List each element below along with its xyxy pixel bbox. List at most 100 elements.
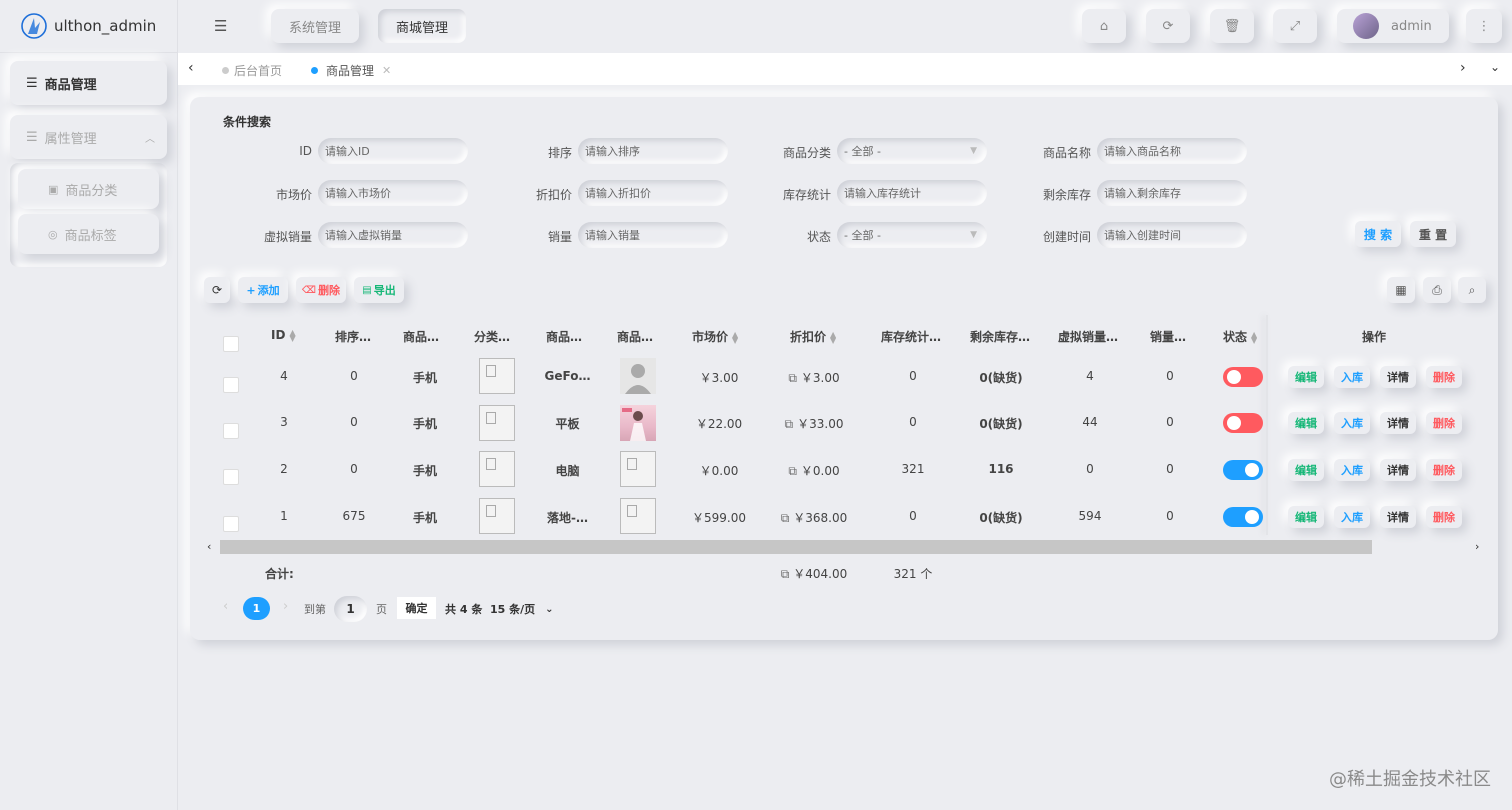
add-button[interactable]: + 添加 <box>238 277 288 303</box>
row-checkbox[interactable] <box>223 377 239 393</box>
sidebar-item-tags[interactable]: ◎ 商品标签 <box>18 214 159 254</box>
prev-page-icon[interactable]: ‹ <box>223 599 228 614</box>
user-menu[interactable]: admin <box>1337 9 1449 43</box>
copy-icon[interactable]: ⧉ <box>785 417 794 431</box>
stock-in-button[interactable]: 入库 <box>1334 506 1370 528</box>
column-header-name[interactable]: 商品… <box>546 328 586 345</box>
status-select[interactable]: - 全部 - ▼ <box>837 222 987 248</box>
close-icon[interactable]: ✕ <box>382 64 391 77</box>
edit-button[interactable]: 编辑 <box>1288 412 1324 434</box>
search-icon[interactable]: ⌕ <box>1458 277 1486 303</box>
column-header-id[interactable]: ID ▲ ▼ <box>271 328 296 342</box>
row-checkbox[interactable] <box>223 469 239 485</box>
fullscreen-icon[interactable]: ⤢ <box>1273 9 1317 43</box>
column-header-market-price[interactable]: 市场价 ▲ ▼ <box>692 328 738 345</box>
columns-icon[interactable]: ▦ <box>1387 277 1415 303</box>
product-image[interactable] <box>620 451 656 487</box>
confirm-button[interactable]: 确定 <box>397 597 436 619</box>
cate-image[interactable] <box>479 451 515 487</box>
column-header-cate-image[interactable]: 分类… <box>474 328 514 345</box>
sort-icon[interactable]: ▲ ▼ <box>830 330 836 344</box>
current-page[interactable]: 1 <box>243 597 270 620</box>
logo[interactable]: ulthon_admin <box>0 0 178 53</box>
product-image[interactable] <box>620 498 656 534</box>
status-toggle[interactable] <box>1223 507 1263 527</box>
remain-input[interactable]: 请输入剩余库存 <box>1097 180 1247 206</box>
column-header-sales[interactable]: 销量… <box>1150 328 1190 345</box>
status-toggle[interactable] <box>1223 413 1263 433</box>
stock-in-button[interactable]: 入库 <box>1334 412 1370 434</box>
tab-shop[interactable]: 商城管理 <box>378 9 466 43</box>
discount-price-input[interactable]: 请输入折扣价 <box>578 180 728 206</box>
select-all-checkbox[interactable] <box>223 336 239 352</box>
next-page-icon[interactable]: › <box>283 599 288 614</box>
refresh-icon[interactable]: ⟳ <box>204 277 230 303</box>
sidebar-item-goods[interactable]: ☰ 商品管理 <box>10 61 167 105</box>
more-icon[interactable]: ⋮ <box>1466 9 1502 43</box>
name-input[interactable]: 请输入商品名称 <box>1097 138 1247 164</box>
tab-home[interactable]: 后台首页 <box>222 62 282 79</box>
column-header-image[interactable]: 商品… <box>617 328 657 345</box>
detail-button[interactable]: 详情 <box>1380 412 1416 434</box>
export-button[interactable]: ▤ 导出 <box>354 277 404 303</box>
status-toggle[interactable] <box>1223 460 1263 480</box>
id-input[interactable]: 请输入ID <box>318 138 468 164</box>
chevron-right-icon[interactable]: › <box>1460 60 1466 76</box>
trash-icon[interactable]: 🗑 <box>1210 9 1254 43</box>
row-checkbox[interactable] <box>223 516 239 532</box>
product-image[interactable] <box>620 358 656 394</box>
scroll-left-icon[interactable]: ‹ <box>207 540 211 553</box>
sidebar-item-attributes[interactable]: ☰ 属性管理 ︿ <box>10 115 167 159</box>
sales-input[interactable]: 请输入销量 <box>578 222 728 248</box>
delete-row-button[interactable]: 删除 <box>1426 506 1462 528</box>
home-icon[interactable]: ⌂ <box>1082 9 1126 43</box>
copy-icon[interactable]: ⧉ <box>788 464 797 478</box>
refresh-icon[interactable]: ⟳ <box>1146 9 1190 43</box>
sort-icon[interactable]: ▲ ▼ <box>1251 330 1257 344</box>
copy-icon[interactable]: ⧉ <box>788 371 797 385</box>
edit-button[interactable]: 编辑 <box>1288 459 1324 481</box>
delete-row-button[interactable]: 删除 <box>1426 366 1462 388</box>
detail-button[interactable]: 详情 <box>1380 366 1416 388</box>
row-checkbox[interactable] <box>223 423 239 439</box>
column-header-sort[interactable]: 排序… <box>335 328 375 345</box>
status-toggle[interactable] <box>1223 367 1263 387</box>
stock-in-button[interactable]: 入库 <box>1334 459 1370 481</box>
column-header-category[interactable]: 商品… <box>403 328 443 345</box>
column-header-virtual-sales[interactable]: 虚拟销量… <box>1058 328 1122 345</box>
scroll-right-icon[interactable]: › <box>1475 540 1479 553</box>
chevron-down-icon[interactable]: ⌄ <box>1490 60 1500 74</box>
sidebar-item-category[interactable]: ▣ 商品分类 <box>18 169 159 209</box>
column-header-status[interactable]: 状态 ▲ ▼ <box>1223 328 1257 345</box>
reset-button[interactable]: 重 置 <box>1410 221 1456 247</box>
category-select[interactable]: - 全部 - ▼ <box>837 138 987 164</box>
product-image[interactable] <box>620 405 656 441</box>
tab-system[interactable]: 系统管理 <box>271 9 359 43</box>
detail-button[interactable]: 详情 <box>1380 459 1416 481</box>
edit-button[interactable]: 编辑 <box>1288 366 1324 388</box>
goto-page-input[interactable]: 1 <box>334 596 367 622</box>
tab-goods[interactable]: 商品管理 ✕ <box>311 62 391 79</box>
column-header-remain[interactable]: 剩余库存… <box>970 328 1034 345</box>
sort-icon[interactable]: ▲ ▼ <box>289 328 295 342</box>
horizontal-scrollbar[interactable] <box>220 540 1372 554</box>
chevron-left-icon[interactable]: ‹ <box>188 60 194 76</box>
sort-input[interactable]: 请输入排序 <box>578 138 728 164</box>
menu-toggle-icon[interactable]: ☰ <box>214 17 227 35</box>
virtual-sales-input[interactable]: 请输入虚拟销量 <box>318 222 468 248</box>
edit-button[interactable]: 编辑 <box>1288 506 1324 528</box>
cate-image[interactable] <box>479 358 515 394</box>
cate-image[interactable] <box>479 405 515 441</box>
created-time-input[interactable]: 请输入创建时间 <box>1097 222 1247 248</box>
stock-in-button[interactable]: 入库 <box>1334 366 1370 388</box>
search-button[interactable]: 搜 索 <box>1355 221 1401 247</box>
detail-button[interactable]: 详情 <box>1380 506 1416 528</box>
delete-row-button[interactable]: 删除 <box>1426 459 1462 481</box>
copy-icon[interactable]: ⧉ <box>781 511 790 525</box>
copy-icon[interactable]: ⧉ <box>781 567 790 581</box>
page-size-select[interactable]: 15 条/页 ⌄ <box>490 601 554 617</box>
cate-image[interactable] <box>479 498 515 534</box>
column-header-stock[interactable]: 库存统计… <box>881 328 945 345</box>
market-price-input[interactable]: 请输入市场价 <box>318 180 468 206</box>
stock-input[interactable]: 请输入库存统计 <box>837 180 987 206</box>
